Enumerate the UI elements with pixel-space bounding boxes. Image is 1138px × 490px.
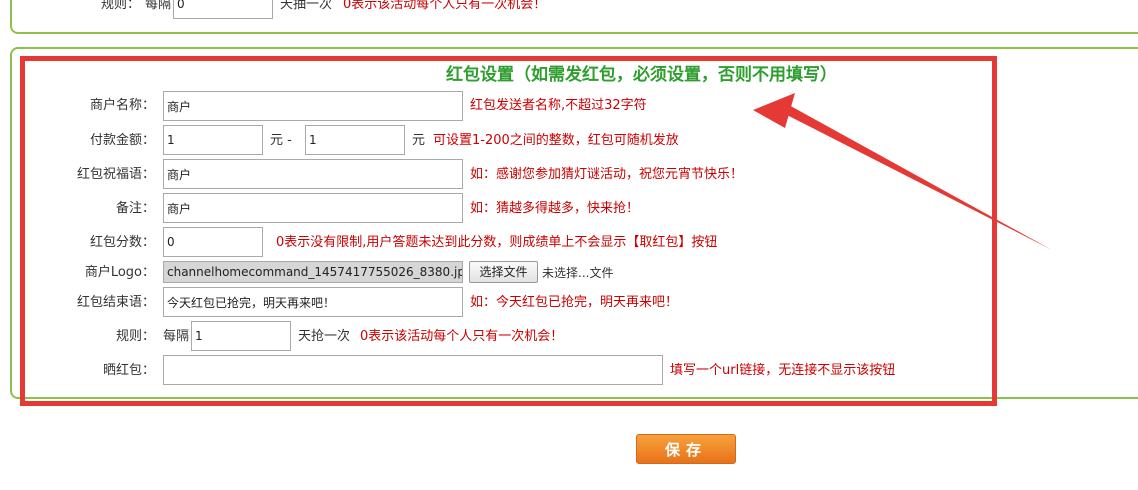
annotation-arrow-icon — [753, 93, 1052, 250]
save-button[interactable]: 保存 — [636, 434, 736, 464]
